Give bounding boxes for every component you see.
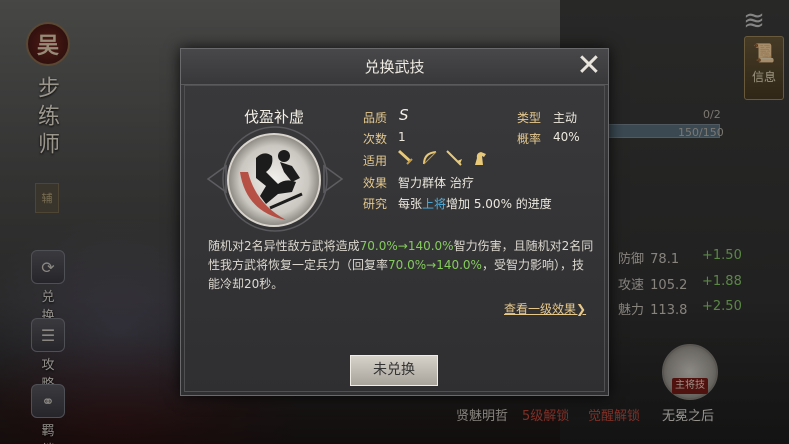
research-label: 研究 (363, 197, 388, 211)
not-exchanged-button[interactable]: 未兑换 (350, 355, 438, 386)
type-value: 主动 (553, 111, 578, 125)
research-value: 每张上将增加 5.00% 的进度 (398, 195, 552, 212)
more-link-label: 查看一级效果 (504, 302, 577, 316)
grade-value: S (399, 106, 409, 124)
horse-icon (475, 152, 486, 165)
skill-name: 伐盈补虚 (244, 108, 305, 126)
desc-value: 70.0%→140.0% (359, 239, 454, 253)
research-pre: 每张 (398, 197, 423, 211)
bow-icon (423, 151, 437, 165)
dialog-title: 兑换武技 (181, 49, 608, 85)
view-level1-effect-link[interactable]: 查看一级效果❯ (504, 300, 586, 317)
skill-emblem-icon (227, 133, 321, 227)
rate-value: 40% (553, 130, 580, 144)
close-button[interactable]: ✕ (572, 50, 606, 84)
desc-value: 70.0%→140.0% (388, 258, 482, 272)
grade-label: 品质 (363, 111, 388, 125)
rate-label: 概率 (517, 132, 542, 146)
effect-label: 效果 (363, 176, 388, 190)
sword-icon (398, 150, 413, 165)
desc-part: 随机对2名异性敌方武将造成 (208, 239, 360, 253)
skill-description: 随机对2名异性敌方武将造成70.0%→140.0%智力伤害，且随机对2名同性我方… (208, 237, 594, 294)
effect-value: 智力群体 治疗 (398, 176, 474, 190)
chevron-right-icon: ❯ (576, 302, 587, 316)
research-post: 增加 5.00% 的进度 (446, 197, 552, 211)
count-label: 次数 (363, 132, 388, 146)
research-highlight: 上将 (422, 197, 447, 211)
weapon-icons (396, 150, 489, 166)
apply-label: 适用 (363, 154, 388, 168)
count-value: 1 (398, 130, 406, 144)
spear-icon (446, 150, 462, 166)
type-label: 类型 (517, 111, 542, 125)
